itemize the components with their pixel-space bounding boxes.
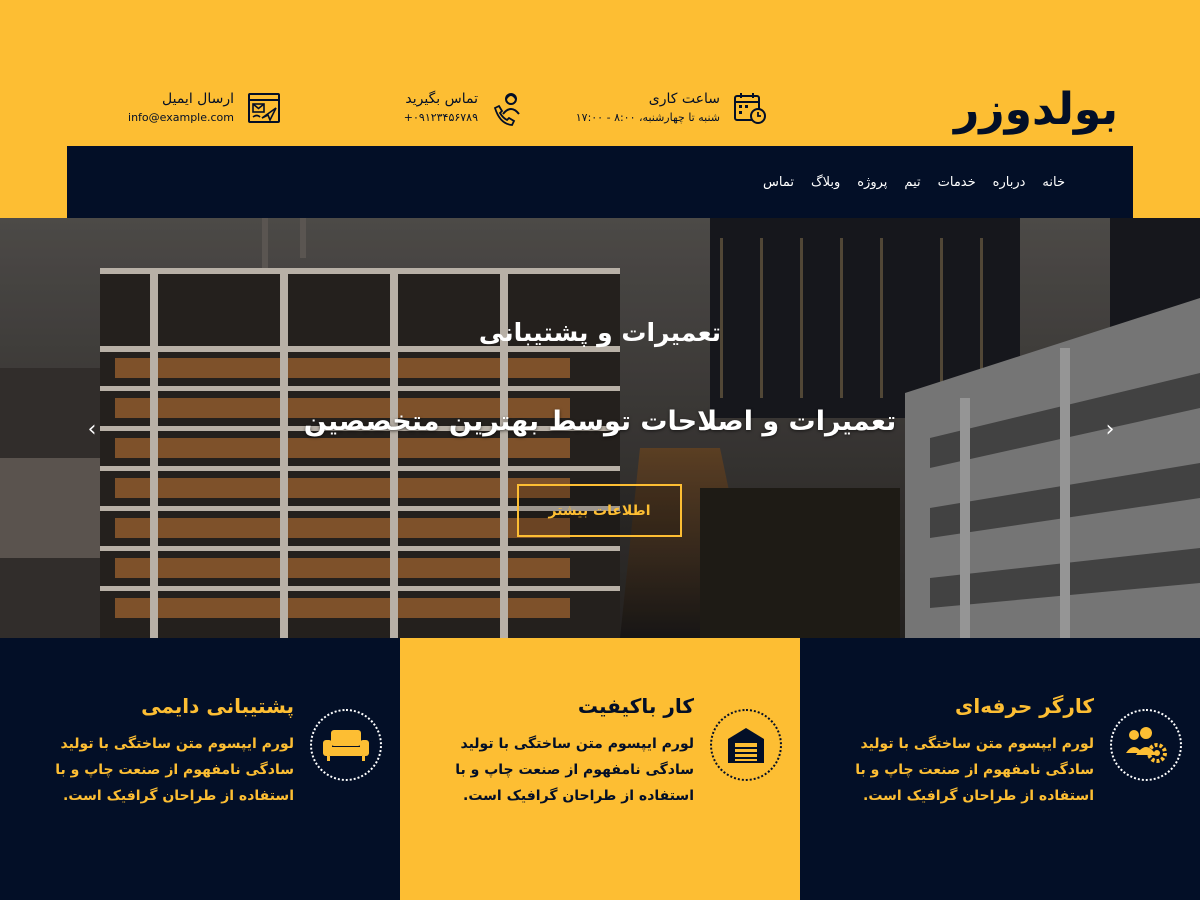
call-title: تماس بگیرید xyxy=(405,91,478,107)
nav-menu: خانه درباره خدمات تیم پروژه وبلاگ تماس xyxy=(763,146,1065,218)
hours-title: ساعت کاری xyxy=(648,91,720,107)
feature-icon-circle xyxy=(710,709,782,781)
site-logo[interactable]: بولدوزر xyxy=(954,88,1118,132)
email-title: ارسال ایمیل xyxy=(162,91,234,107)
email-send-icon xyxy=(248,93,280,123)
working-hours: ساعت کاری شنبه تا چهارشنبه، ۸:۰۰ - ۱۷:۰۰ xyxy=(576,88,768,128)
chevron-right-icon[interactable]: › xyxy=(1098,418,1122,442)
feature-permanent-support: پشتیبانی دایمی لورم ایپسوم متن ساختگی با… xyxy=(0,638,400,900)
warehouse-icon xyxy=(728,728,764,763)
feature-title: پشتیبانی دایمی xyxy=(141,694,294,718)
hero-subtitle: تعمیرات و اصلاحات توسط بهترین متخصصین xyxy=(303,406,897,437)
feature-icon-circle xyxy=(310,709,382,781)
chevron-left-icon[interactable]: ‹ xyxy=(80,418,104,442)
nav-item-home[interactable]: خانه xyxy=(1042,175,1065,190)
workers-gear-icon xyxy=(1126,727,1167,763)
main-navbar: خانه درباره خدمات تیم پروژه وبلاگ تماس xyxy=(67,146,1133,218)
email-info: ارسال ایمیل info@example.com xyxy=(128,88,282,128)
nav-item-projects[interactable]: پروژه xyxy=(857,175,887,190)
nav-item-services[interactable]: خدمات xyxy=(938,175,976,190)
feature-professional-worker: کارگر حرفه‌ای لورم ایپسوم متن ساختگی با … xyxy=(800,638,1200,900)
feature-text: لورم ایپسوم متن ساختگی با تولید سادگی نا… xyxy=(55,736,294,804)
hero-title: تعمیرات و پشتیبانی xyxy=(478,318,722,347)
nav-item-contact[interactable]: تماس xyxy=(763,175,794,190)
nav-item-blog[interactable]: وبلاگ xyxy=(811,175,840,190)
top-bar: بولدوزر ساعت کاری شنبه تا چهارشنبه، ۸:۰۰… xyxy=(0,0,1200,146)
more-info-button[interactable]: اطلاعات بیشتر xyxy=(517,484,682,537)
phone-support-icon xyxy=(493,93,520,126)
nav-item-team[interactable]: تیم xyxy=(904,175,920,190)
call-value[interactable]: ۰۹۱۲۳۴۵۶۷۸۹+ xyxy=(404,109,478,127)
hours-value: شنبه تا چهارشنبه، ۸:۰۰ - ۱۷:۰۰ xyxy=(575,111,720,124)
feature-quality-work: کار باکیفیت لورم ایپسوم متن ساختگی با تو… xyxy=(400,638,800,900)
feature-text: لورم ایپسوم متن ساختگی با تولید سادگی نا… xyxy=(855,736,1094,804)
email-value[interactable]: info@example.com xyxy=(128,109,234,127)
sofa-icon xyxy=(323,730,369,761)
feature-title: کارگر حرفه‌ای xyxy=(955,694,1094,718)
feature-text: لورم ایپسوم متن ساختگی با تولید سادگی نا… xyxy=(455,736,694,804)
call-info: تماس بگیرید ۰۹۱۲۳۴۵۶۷۸۹+ xyxy=(404,88,526,128)
feature-icon-circle xyxy=(1110,709,1182,781)
calendar-clock-icon xyxy=(734,93,766,124)
nav-item-about[interactable]: درباره xyxy=(993,175,1026,190)
feature-title: کار باکیفیت xyxy=(577,694,694,718)
